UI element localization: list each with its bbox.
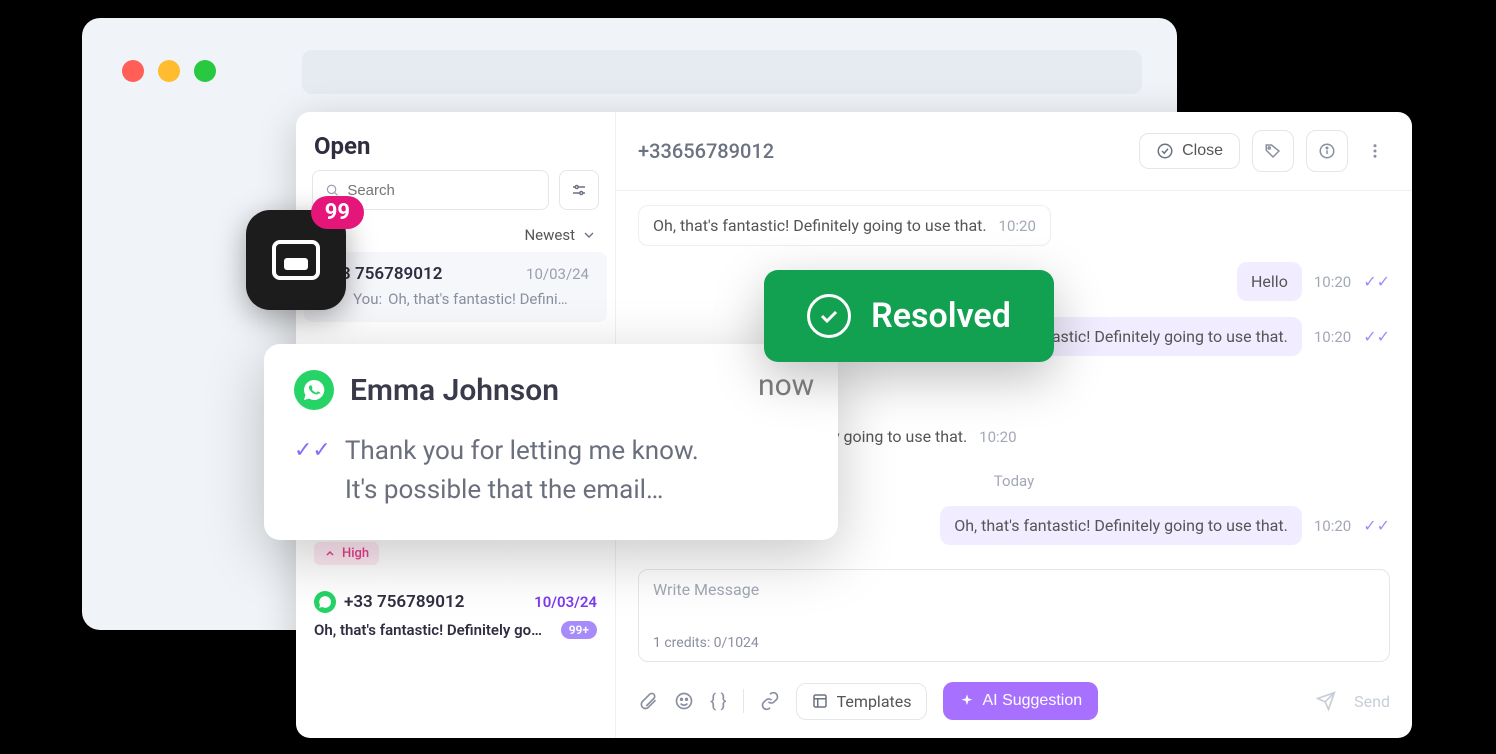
read-checks-icon: ✓✓ xyxy=(1363,516,1390,535)
conversation-date: 10/03/24 xyxy=(526,265,589,283)
message-incoming: Oh, that's fantastic! Definitely going t… xyxy=(638,205,1390,246)
message-time: 10:20 xyxy=(1314,273,1351,291)
conversation-item[interactable]: +33 756789012 10/03/24 Oh, that's fantas… xyxy=(296,579,615,653)
read-checks-icon: ✓✓ xyxy=(294,438,331,510)
composer-toolbar: { } Templates AI Suggestion Send xyxy=(616,672,1412,738)
divider xyxy=(743,689,744,713)
conversation-date: 10/03/24 xyxy=(534,593,597,611)
message-composer[interactable]: Write Message 1 credits: 0/1024 xyxy=(638,569,1390,662)
day-separator: Today xyxy=(994,472,1034,490)
tag-button[interactable] xyxy=(1252,130,1294,172)
inbox-icon xyxy=(272,240,320,280)
message-time: 10:20 xyxy=(999,217,1036,235)
message-bubble: y going to use that. 10:20 xyxy=(818,417,1031,456)
sliders-icon xyxy=(570,181,588,199)
priority-high-tag: High xyxy=(314,542,379,565)
credits-label: 1 credits: 0/1024 xyxy=(653,635,1375,651)
tag-icon xyxy=(1264,142,1282,160)
conversation-header: +33656789012 Close xyxy=(616,112,1412,191)
contact-name: Emma Johnson xyxy=(350,373,559,408)
chevron-down-icon xyxy=(581,227,597,243)
templates-button[interactable]: Templates xyxy=(796,683,927,720)
chevrons-up-icon xyxy=(324,548,336,560)
ai-suggestion-button[interactable]: AI Suggestion xyxy=(943,682,1099,720)
traffic-maximize-icon[interactable] xyxy=(194,60,216,82)
conversation-title: +33656789012 xyxy=(638,139,774,163)
message-time: 10:20 xyxy=(979,428,1016,446)
emoji-icon[interactable] xyxy=(674,691,694,711)
contact-card[interactable]: Emma Johnson ✓✓ Thank you for letting me… xyxy=(264,344,838,540)
check-circle-icon xyxy=(807,294,851,338)
unread-badge: 99+ xyxy=(561,621,597,639)
whatsapp-icon xyxy=(294,370,334,410)
sparkle-icon xyxy=(959,693,975,709)
more-vertical-icon xyxy=(1366,142,1384,160)
traffic-lights xyxy=(122,60,216,82)
conversation-preview: Oh, that's fantastic! Definitely go… xyxy=(314,621,542,639)
url-bar[interactable] xyxy=(302,50,1142,94)
link-icon[interactable] xyxy=(760,691,780,711)
whatsapp-icon xyxy=(314,591,336,613)
info-icon xyxy=(1318,142,1336,160)
resolved-banner: Resolved xyxy=(764,270,1054,362)
send-button[interactable]: Send xyxy=(1354,692,1390,711)
inbox-chip[interactable]: 99 xyxy=(246,210,346,310)
read-checks-icon: ✓✓ xyxy=(1363,272,1390,291)
search-input[interactable] xyxy=(347,182,536,199)
templates-icon xyxy=(811,692,829,710)
inbox-badge: 99 xyxy=(311,196,364,229)
message-time: 10:20 xyxy=(1314,517,1351,535)
now-label: now xyxy=(758,368,814,403)
sidebar-title: Open xyxy=(296,132,615,170)
conversation-preview: Oh, that's fantastic! Defini… xyxy=(388,290,568,308)
message-bubble: Oh, that's fantastic! Definitely going t… xyxy=(638,205,1051,246)
message-bubble: Hello xyxy=(1237,262,1302,301)
resolved-label: Resolved xyxy=(871,296,1011,336)
attachment-icon[interactable] xyxy=(638,691,658,711)
info-button[interactable] xyxy=(1306,130,1348,172)
variables-icon[interactable]: { } xyxy=(710,691,727,712)
message-bubble: Oh, that's fantastic! Definitely going t… xyxy=(940,506,1302,545)
check-circle-icon xyxy=(1156,142,1174,160)
contact-preview: Thank you for letting me know. It's poss… xyxy=(345,432,699,510)
filter-button[interactable] xyxy=(559,170,599,210)
traffic-minimize-icon[interactable] xyxy=(158,60,180,82)
read-checks-icon: ✓✓ xyxy=(1363,327,1390,346)
message-time: 10:20 xyxy=(1314,328,1351,346)
kebab-menu[interactable] xyxy=(1360,142,1390,160)
send-later-icon[interactable] xyxy=(1316,691,1336,711)
conversation-phone: +33 756789012 xyxy=(344,592,464,612)
close-button[interactable]: Close xyxy=(1139,133,1240,169)
you-label: You: xyxy=(353,290,382,308)
composer-placeholder[interactable]: Write Message xyxy=(653,580,1375,599)
conversation-item[interactable]: +33 756789012 10/03/24 ✓✓ You: Oh, that'… xyxy=(304,252,607,322)
traffic-close-icon[interactable] xyxy=(122,60,144,82)
sort-label: Newest xyxy=(524,226,575,244)
